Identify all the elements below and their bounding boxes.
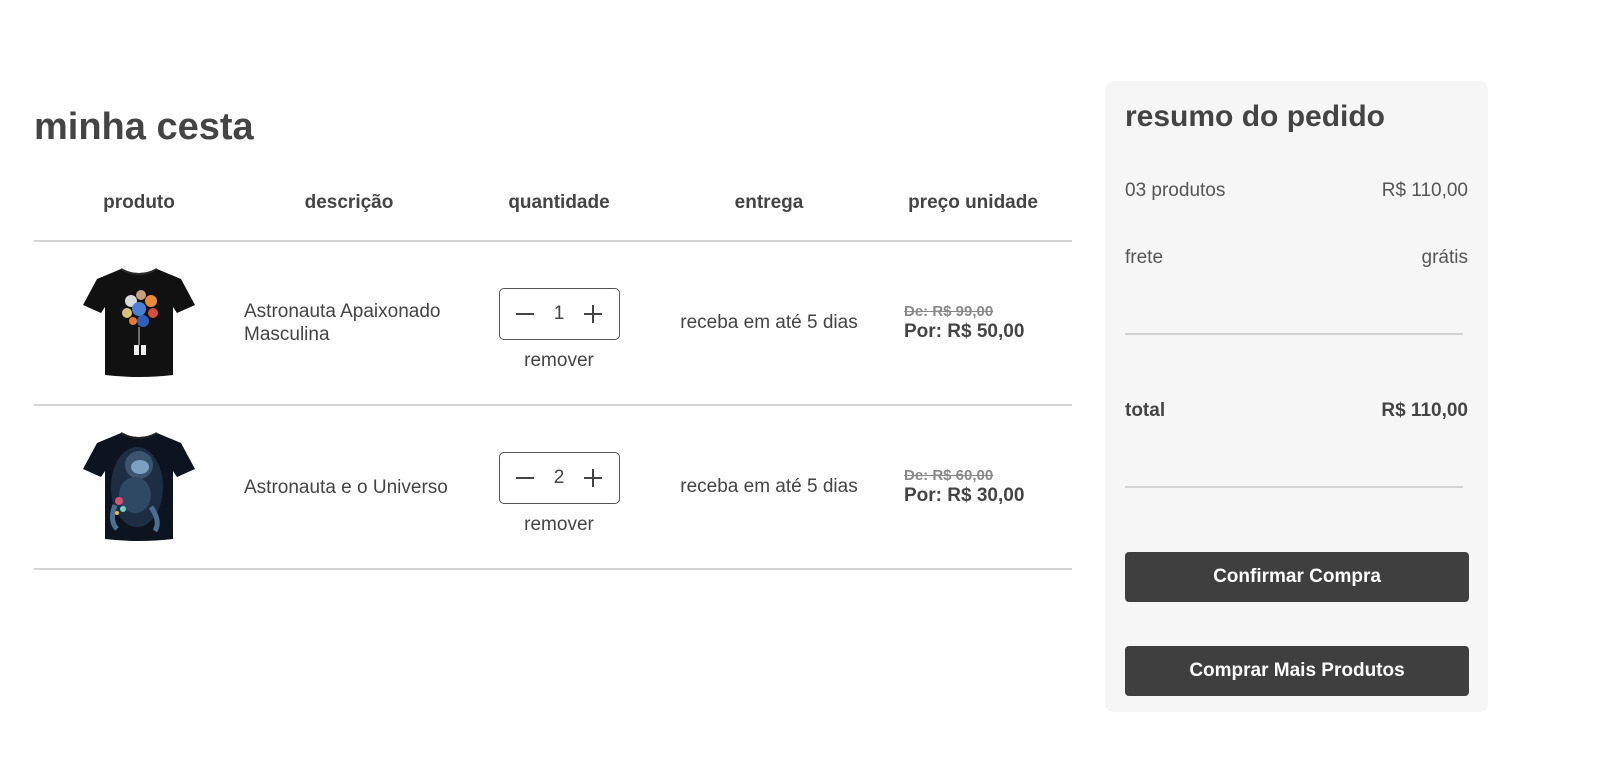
old-price: De: R$ 60,00 <box>904 467 994 484</box>
quantity-stepper: 1 <box>498 288 620 340</box>
quantity-stepper: 2 <box>498 452 620 504</box>
confirm-purchase-button[interactable]: Confirmar Compra <box>1125 552 1469 602</box>
increase-quantity-button[interactable] <box>582 467 604 489</box>
quantity-value[interactable]: 1 <box>554 303 565 325</box>
table-row: Astronauta Apaixonado Masculina 1 remove… <box>34 242 1072 406</box>
column-header-unit-price: preço unidade <box>908 192 1038 213</box>
delivery-cell: receba em até 5 dias <box>664 242 874 404</box>
description-cell: Astronauta e o Universo <box>244 406 454 568</box>
total-value: R$ 110,00 <box>1381 400 1468 421</box>
table-header: produto descrição quantidade entrega pre… <box>34 186 1072 242</box>
summary-total-line: total R$ 110,00 <box>1125 400 1468 422</box>
shipping-value: grátis <box>1421 247 1468 268</box>
cart-section: minha cesta produto descrição quantidade… <box>34 108 1072 570</box>
quantity-value[interactable]: 2 <box>554 467 565 489</box>
description-cell: Astronauta Apaixonado Masculina <box>244 242 454 404</box>
price-cell: De: R$ 99,00 Por: R$ 50,00 <box>874 242 1072 404</box>
products-count-label: 03 produtos <box>1125 180 1226 201</box>
column-header-product: produto <box>103 192 175 213</box>
summary-title: resumo do pedido <box>1125 100 1386 133</box>
product-description[interactable]: Astronauta e o Universo <box>244 476 454 499</box>
delivery-estimate: receba em até 5 dias <box>680 476 858 497</box>
products-subtotal: R$ 110,00 <box>1381 180 1468 201</box>
new-price: Por: R$ 50,00 <box>904 321 1025 342</box>
table-row: Astronauta e o Universo 2 remover receba… <box>34 406 1072 570</box>
product-description[interactable]: Astronauta Apaixonado Masculina <box>244 300 454 346</box>
price-block: De: R$ 60,00 Por: R$ 30,00 <box>904 467 1024 507</box>
new-price: Por: R$ 30,00 <box>904 485 1025 506</box>
summary-products-line: 03 produtos R$ 110,00 <box>1125 180 1468 202</box>
plus-icon <box>584 469 603 487</box>
quantity-cell: 1 remover <box>454 242 664 404</box>
price-cell: De: R$ 60,00 Por: R$ 30,00 <box>874 406 1072 568</box>
quantity-cell: 2 remover <box>454 406 664 568</box>
column-header-quantity: quantidade <box>508 192 610 213</box>
old-price: De: R$ 99,00 <box>904 303 994 320</box>
column-header-delivery: entrega <box>734 192 804 213</box>
product-cell <box>34 406 244 568</box>
minus-icon <box>515 477 534 479</box>
summary-divider <box>1125 486 1463 488</box>
shipping-label: frete <box>1125 247 1164 268</box>
price-block: De: R$ 99,00 Por: R$ 50,00 <box>904 303 1024 343</box>
minus-icon <box>515 313 534 315</box>
increase-quantity-button[interactable] <box>582 303 604 325</box>
order-summary-panel: resumo do pedido 03 produtos R$ 110,00 f… <box>1105 81 1488 712</box>
decrease-quantity-button[interactable] <box>514 303 536 325</box>
remove-item-link[interactable]: remover <box>524 514 594 536</box>
column-header-description: descrição <box>304 192 394 213</box>
delivery-cell: receba em até 5 dias <box>664 406 874 568</box>
product-cell <box>34 242 244 404</box>
plus-icon <box>584 305 603 323</box>
summary-shipping-line: frete grátis <box>1125 247 1468 269</box>
remove-item-link[interactable]: remover <box>524 350 594 372</box>
total-label: total <box>1125 400 1166 421</box>
buy-more-products-button[interactable]: Comprar Mais Produtos <box>1125 646 1469 696</box>
product-image-astronaut-universe[interactable] <box>77 425 201 549</box>
summary-divider <box>1125 333 1463 335</box>
page-title: minha cesta <box>34 106 254 148</box>
delivery-estimate: receba em até 5 dias <box>680 312 858 333</box>
decrease-quantity-button[interactable] <box>514 467 536 489</box>
product-image-astronaut-planets[interactable] <box>77 261 201 385</box>
